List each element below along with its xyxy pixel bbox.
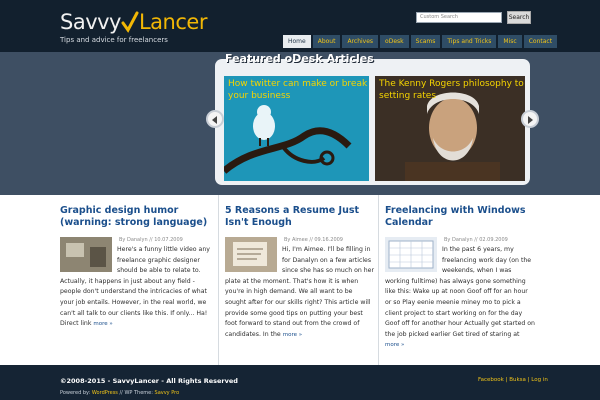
logo-text-lancer: Lancer [138, 10, 207, 34]
footer-link-facebook[interactable]: Facebook [478, 377, 504, 383]
theme-link[interactable]: Savvy Pro [155, 390, 180, 396]
logo-text-savvy: Savvy [60, 10, 121, 34]
featured-slide-2-caption[interactable]: The Kenny Rogers philosophy to setting r… [379, 78, 525, 102]
post-listing: Graphic design humor (warning: strong la… [0, 195, 600, 365]
post-title[interactable]: Graphic design humor (warning: strong la… [60, 205, 210, 229]
more-link[interactable]: more » [283, 332, 302, 338]
nav-item-about[interactable]: About [312, 35, 341, 48]
site-logo[interactable]: Savvy Lancer [60, 8, 207, 36]
site-tagline: Tips and advice for freelancers [60, 36, 168, 44]
nav-item-home[interactable]: Home [283, 35, 311, 48]
post-title[interactable]: 5 Reasons a Resume Just Isn't Enough [225, 205, 375, 229]
featured-slide-1-caption[interactable]: How twitter can make or break your busin… [228, 78, 369, 102]
slider-next-button[interactable] [521, 110, 539, 128]
arrow-right-icon [528, 116, 533, 124]
nav-item-scams[interactable]: Scams [410, 35, 441, 48]
nav-item-misc[interactable]: Misc [498, 35, 522, 48]
post-card: 5 Reasons a Resume Just Isn't Enough By … [225, 195, 385, 365]
powered-prefix: Powered by: [60, 390, 92, 396]
search-button[interactable]: Search [507, 11, 531, 24]
arrow-left-icon [212, 116, 217, 124]
nav-item-contact[interactable]: Contact [523, 35, 558, 48]
post-title[interactable]: Freelancing with Windows Calendar [385, 205, 535, 229]
featured-section: How twitter can make or break your busin… [0, 52, 600, 195]
footer-link-buksa[interactable]: Buksa [509, 377, 526, 383]
featured-slide-1[interactable]: How twitter can make or break your busin… [224, 76, 369, 181]
more-link[interactable]: more » [385, 342, 404, 348]
post-excerpt: Here's a funny little video any freelanc… [60, 245, 210, 330]
search-placeholder: Custom Search [420, 14, 458, 20]
post-meta: By Aimee // 09.16.2009 [284, 237, 343, 243]
powered-by: Powered by: WordPress // WP Theme: Savvy… [60, 390, 179, 396]
footer-links: Facebook | Buksa | Log in [478, 377, 548, 383]
post-meta: By Danalyn // 10.07.2009 [119, 237, 183, 243]
post-excerpt: Hi, I'm Aimee. I'll be filling in for Da… [225, 245, 375, 340]
checkmark-icon [121, 11, 139, 33]
featured-slider: How twitter can make or break your busin… [215, 59, 530, 185]
nav-item-archives[interactable]: Archives [342, 35, 379, 48]
copyright-text: ©2008-2015 - SavvyLancer - All Rights Re… [60, 377, 238, 385]
site-footer: ©2008-2015 - SavvyLancer - All Rights Re… [0, 365, 600, 400]
site-header: Savvy Lancer Tips and advice for freelan… [0, 0, 600, 52]
nav-item-tips-and-tricks[interactable]: Tips and Tricks [442, 35, 497, 48]
powered-mid: // WP Theme: [117, 390, 155, 396]
wordpress-link[interactable]: WordPress [92, 390, 118, 396]
post-excerpt: In the past 6 years, my freelancing work… [385, 245, 535, 351]
slider-prev-button[interactable] [206, 110, 224, 128]
footer-link-login[interactable]: Log in [531, 377, 548, 383]
featured-slide-2[interactable]: The Kenny Rogers philosophy to setting r… [375, 76, 525, 181]
post-card: Freelancing with Windows Calendar By Dan… [385, 195, 545, 365]
main-nav: Home About Archives oDesk Scams Tips and… [283, 35, 558, 48]
search-input[interactable]: Custom Search [416, 12, 502, 23]
featured-title: Featured oDesk Articles [225, 52, 374, 65]
post-card: Graphic design humor (warning: strong la… [60, 195, 220, 365]
nav-item-odesk[interactable]: oDesk [380, 35, 409, 48]
post-meta: By Danalyn // 02.09.2009 [444, 237, 508, 243]
more-link[interactable]: more » [93, 321, 112, 327]
